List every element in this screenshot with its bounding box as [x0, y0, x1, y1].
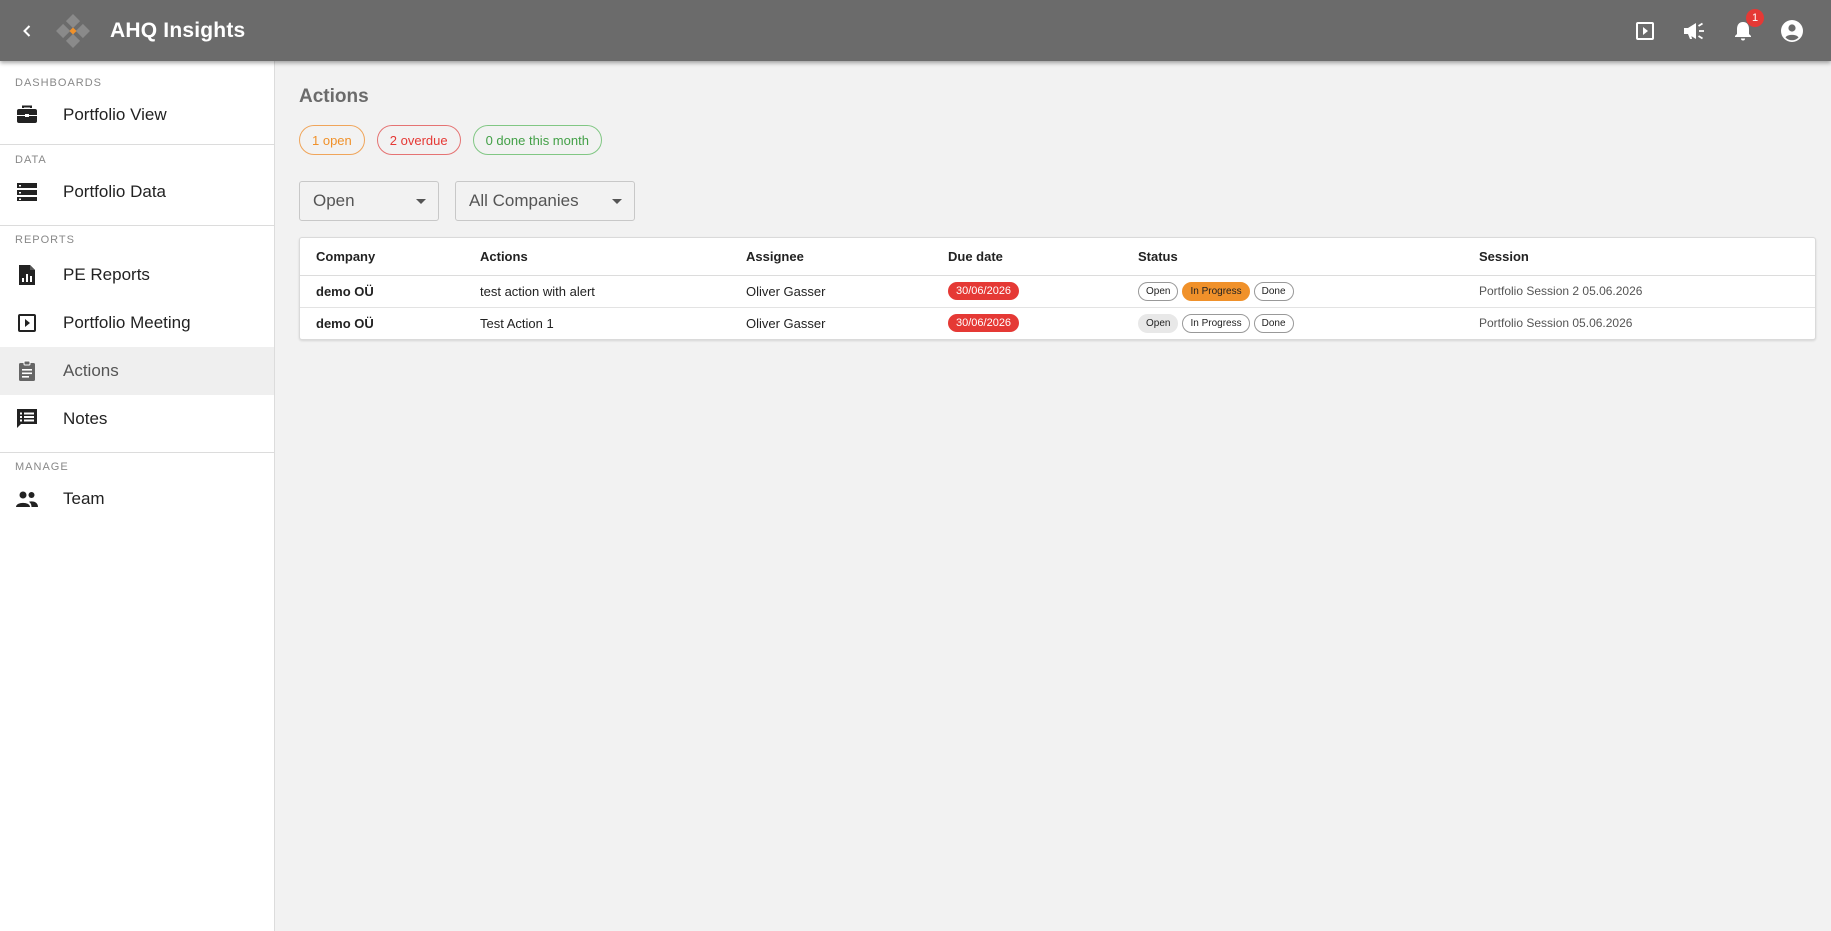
sidebar: DASHBOARDS Portfolio View DATA Portfolio…: [0, 61, 275, 931]
due-date-badge: 30/06/2026: [948, 314, 1020, 333]
status-cell: Open In Progress Done: [1122, 275, 1463, 308]
action-cell[interactable]: Test Action 1: [464, 307, 730, 339]
table-header-row: Company Actions Assignee Due date Status…: [300, 238, 1815, 276]
sidebar-item-portfolio-data[interactable]: Portfolio Data: [0, 168, 274, 216]
section-label-dashboards: DASHBOARDS: [15, 77, 103, 89]
sidebar-item-portfolio-meeting[interactable]: Portfolio Meeting: [0, 299, 274, 347]
storage-icon: [15, 180, 39, 204]
megaphone-icon[interactable]: [1681, 18, 1707, 44]
assignee-cell: Oliver Gasser: [730, 275, 932, 308]
status-filter-value: Open: [313, 191, 355, 210]
section-label-data: DATA: [15, 154, 47, 166]
sidebar-item-label: Portfolio Data: [63, 182, 166, 201]
company-cell: demo OÜ: [316, 315, 374, 331]
sidebar-item-label: Portfolio Meeting: [63, 313, 191, 332]
app-title: AHQ Insights: [110, 18, 246, 42]
column-header-status[interactable]: Status: [1122, 238, 1463, 276]
open-count-chip[interactable]: 1 open: [299, 125, 365, 155]
slideshow-icon: [15, 311, 39, 335]
company-cell: demo OÜ: [300, 275, 464, 308]
table-row[interactable]: demo OÜ test action with alert Oliver Ga…: [300, 275, 1815, 308]
app-bar: AHQ Insights 1: [0, 0, 1831, 61]
overdue-count-chip[interactable]: 2 overdue: [376, 125, 461, 155]
file-chart-icon: [15, 263, 39, 287]
due-date-cell: 30/06/2026: [932, 307, 1122, 339]
due-date-cell: 30/06/2026: [932, 275, 1122, 308]
presentation-play-icon[interactable]: [1632, 18, 1658, 44]
status-cell: Open In Progress Done: [1122, 307, 1463, 339]
sidebar-item-label: Notes: [63, 409, 108, 428]
people-icon: [15, 487, 39, 511]
action-cell[interactable]: test action with alert: [464, 275, 730, 308]
assignee-cell: Oliver Gasser: [746, 315, 826, 331]
back-arrow-icon[interactable]: [16, 20, 38, 42]
sidebar-item-label: Team: [63, 489, 105, 508]
sidebar-item-label: Actions: [63, 361, 119, 380]
page-title: Actions: [299, 86, 369, 107]
status-filter-select[interactable]: Open: [299, 181, 439, 221]
sidebar-item-label: Portfolio View: [63, 105, 167, 124]
notification-badge: 1: [1746, 8, 1764, 27]
clipboard-icon: [15, 359, 39, 383]
session-cell[interactable]: Portfolio Session 2 05.06.2026: [1463, 275, 1815, 308]
status-toggle-group: Open In Progress Done: [1138, 281, 1463, 301]
sidebar-item-portfolio-view[interactable]: Portfolio View: [0, 91, 274, 139]
status-done-button[interactable]: Done: [1253, 313, 1294, 333]
column-header-company[interactable]: Company: [300, 238, 464, 276]
actions-table: Company Actions Assignee Due date Status…: [299, 237, 1816, 340]
section-label-reports: REPORTS: [15, 234, 75, 246]
status-open-button[interactable]: Open: [1138, 281, 1179, 301]
account-circle-icon[interactable]: [1779, 18, 1805, 44]
status-done-button[interactable]: Done: [1253, 281, 1294, 301]
section-label-manage: MANAGE: [15, 461, 69, 473]
caret-down-icon: [612, 199, 622, 204]
done-count-chip[interactable]: 0 done this month: [472, 125, 602, 155]
status-in-progress-button[interactable]: In Progress: [1182, 281, 1250, 301]
sidebar-item-pe-reports[interactable]: PE Reports: [0, 251, 274, 299]
status-toggle-group: Open In Progress Done: [1138, 313, 1463, 333]
briefcase-icon: [15, 103, 39, 127]
due-date-badge: 30/06/2026: [948, 282, 1020, 300]
column-header-assignee[interactable]: Assignee: [730, 238, 932, 276]
sidebar-item-actions[interactable]: Actions: [0, 347, 274, 395]
summary-chips: 1 open 2 overdue 0 done this month: [299, 125, 602, 155]
status-open-button[interactable]: Open: [1138, 313, 1179, 333]
caret-down-icon: [416, 199, 426, 204]
company-filter-value: All Companies: [469, 191, 579, 210]
chat-list-icon: [15, 407, 39, 431]
sidebar-item-team[interactable]: Team: [0, 475, 274, 523]
status-in-progress-button[interactable]: In Progress: [1182, 313, 1250, 333]
company-filter-select[interactable]: All Companies: [455, 181, 635, 221]
filters: Open All Companies: [299, 181, 635, 221]
table-row[interactable]: demo OÜ Test Action 1 Oliver Gasser 30/0…: [300, 307, 1815, 339]
session-cell[interactable]: Portfolio Session 05.06.2026: [1463, 307, 1815, 339]
bell-icon[interactable]: 1: [1730, 8, 1764, 44]
sidebar-item-notes[interactable]: Notes: [0, 395, 274, 443]
column-header-actions[interactable]: Actions: [464, 238, 730, 276]
column-header-session[interactable]: Session: [1463, 238, 1815, 276]
column-header-due-date[interactable]: Due date: [932, 238, 1122, 276]
ahq-logo: [53, 11, 93, 51]
sidebar-item-label: PE Reports: [63, 265, 150, 284]
